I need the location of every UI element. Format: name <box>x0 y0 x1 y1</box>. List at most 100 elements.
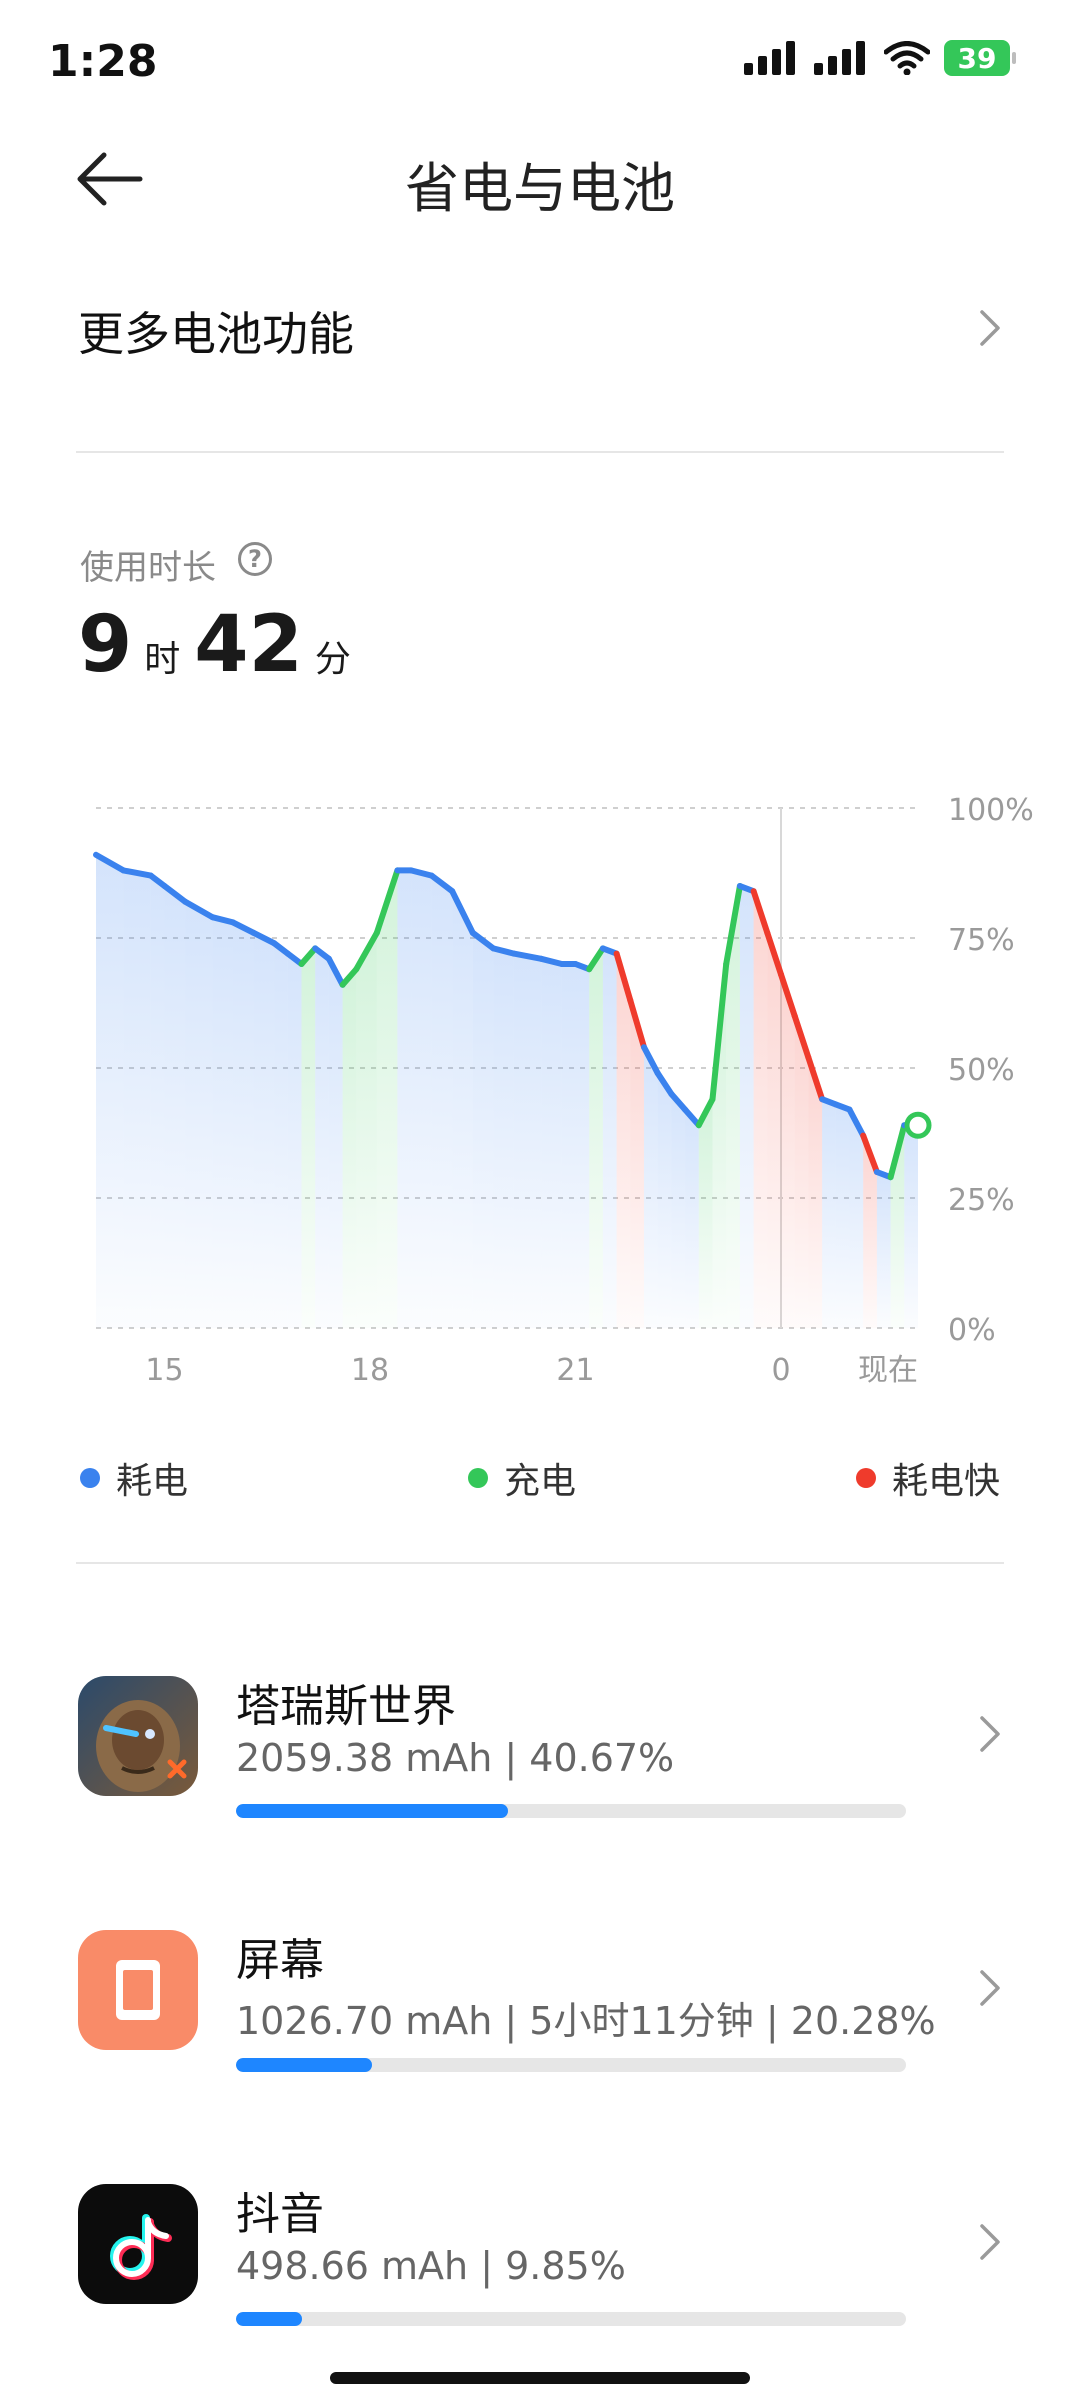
cellular-signal-icon <box>744 41 795 75</box>
area-segment <box>328 958 343 1328</box>
legend-label: 耗电快 <box>892 1461 1001 1502</box>
area-segment <box>342 969 357 1328</box>
usage-minutes-unit: 分 <box>314 639 351 680</box>
area-segment <box>616 953 631 1328</box>
area-segment <box>301 948 316 1328</box>
status-icons: 39 <box>744 40 1016 76</box>
usage-minutes: 42 <box>194 600 303 690</box>
home-indicator[interactable] <box>330 2372 750 2384</box>
usage-hours-unit: 时 <box>144 639 181 680</box>
more-battery-features-label: 更多电池功能 <box>78 307 354 361</box>
app-stats: 498.66 mAh | 9.85% <box>236 2244 626 2288</box>
area-segment <box>849 1109 864 1328</box>
divider <box>76 1562 1004 1564</box>
current-point-marker <box>904 1111 932 1139</box>
area-segment <box>431 875 453 1328</box>
app-name: 屏幕 <box>236 1935 324 1986</box>
y-tick-label: 75% <box>948 923 1015 958</box>
battery-level: 39 <box>957 41 997 75</box>
area-segment <box>835 1104 850 1328</box>
chevron-right-icon <box>980 1716 1000 1752</box>
x-tick-label: 现在 <box>858 1353 918 1388</box>
usage-bar <box>236 2312 906 2326</box>
area-segment <box>212 917 233 1328</box>
area-segment <box>96 854 124 1328</box>
area-segment <box>602 948 617 1328</box>
area-segment <box>904 1125 918 1328</box>
battery-indicator: 39 <box>944 40 1016 76</box>
area-segment <box>493 948 514 1328</box>
area-segment <box>822 1099 836 1328</box>
usage-duration-value: 9 时 42 分 <box>78 600 365 690</box>
app-name: 抖音 <box>236 2189 324 2240</box>
divider <box>76 451 1004 453</box>
legend-item-fast-drain: 耗电快 <box>856 1452 1000 1504</box>
area-segment <box>315 948 329 1328</box>
area-segment <box>657 1073 672 1328</box>
area-segment <box>685 1109 699 1328</box>
legend-label: 耗电 <box>116 1461 189 1502</box>
chevron-right-icon <box>980 1970 1000 2006</box>
usage-bar-fill <box>236 2058 372 2072</box>
area-segment <box>794 1016 809 1328</box>
area-segment <box>753 891 768 1328</box>
y-tick-label: 25% <box>948 1183 1015 1218</box>
douyin-icon <box>78 2184 198 2304</box>
legend-item-charge: 充电 <box>468 1452 576 1504</box>
cellular-signal-2-icon <box>814 41 865 75</box>
area-segment <box>698 1099 713 1328</box>
area-segment <box>876 1172 891 1328</box>
chevron-right-icon <box>980 310 1000 346</box>
usage-hours: 9 <box>78 600 133 690</box>
area-segment <box>123 870 151 1328</box>
x-tick-label: 0 <box>771 1353 790 1388</box>
help-icon[interactable]: ? <box>238 542 272 576</box>
battery-level-chart[interactable]: 100% 75% 50% 25% 0% 15 18 21 0 现在 <box>0 780 1080 1400</box>
x-tick-label: 21 <box>556 1353 594 1388</box>
chevron-right-icon <box>980 2224 1000 2260</box>
area-segment <box>397 870 412 1328</box>
screen-icon <box>78 1930 198 2050</box>
game-avatar-icon <box>78 1676 198 1796</box>
area-segment <box>452 891 473 1328</box>
area-segment <box>411 870 432 1328</box>
y-tick-label: 50% <box>948 1053 1015 1088</box>
wifi-icon <box>884 41 930 75</box>
area-segment <box>274 943 288 1328</box>
area-segment <box>561 964 576 1328</box>
legend-dot-red <box>856 1468 876 1488</box>
x-tick-label: 15 <box>145 1353 183 1388</box>
area-segment <box>541 958 562 1328</box>
area-segment <box>671 1094 686 1328</box>
area-segment <box>513 953 542 1328</box>
app-usage-row[interactable]: 屏幕 1026.70 mAh | 5小时11分钟 | 20.28% <box>0 1930 1080 2150</box>
app-stats: 2059.38 mAh | 40.67% <box>236 1736 675 1780</box>
app-usage-row[interactable]: 塔瑞斯世界 2059.38 mAh | 40.67% <box>0 1676 1080 1896</box>
legend-dot-green <box>468 1468 488 1488</box>
area-segment <box>185 901 213 1328</box>
battery-tip <box>1012 52 1016 64</box>
area-segment <box>767 932 781 1328</box>
area-segment <box>472 932 494 1328</box>
area-segment <box>150 875 165 1328</box>
legend-item-drain: 耗电 <box>80 1452 188 1504</box>
area-segment <box>164 886 186 1328</box>
app-usage-row[interactable]: 抖音 498.66 mAh | 9.85% <box>0 2184 1080 2404</box>
more-battery-features-row[interactable]: 更多电池功能 <box>0 272 1080 392</box>
status-time: 1:28 <box>48 36 158 87</box>
usage-bar <box>236 1804 906 1818</box>
usage-bar <box>236 2058 906 2072</box>
usage-bar-fill <box>236 1804 509 1818</box>
area-segment <box>356 932 377 1328</box>
area-segment <box>589 948 603 1328</box>
page-title: 省电与电池 <box>405 157 675 220</box>
legend-label: 充电 <box>504 1461 577 1502</box>
area-segment <box>739 886 754 1328</box>
area-segment <box>575 964 590 1328</box>
area-segment <box>233 922 254 1328</box>
app-name: 塔瑞斯世界 <box>236 1681 456 1732</box>
legend-dot-blue <box>80 1468 100 1488</box>
area-segment <box>253 932 275 1328</box>
y-tick-label: 100% <box>948 793 1034 828</box>
area-segment <box>287 953 302 1328</box>
